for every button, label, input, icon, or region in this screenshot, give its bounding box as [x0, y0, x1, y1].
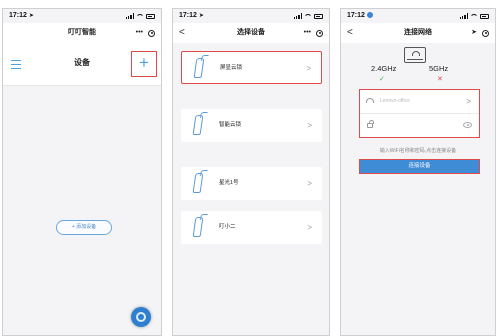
- status-indicators: [293, 9, 323, 23]
- password-row[interactable]: [360, 114, 479, 137]
- smart-lock-icon: [193, 58, 205, 78]
- cross-icon: ✕: [437, 76, 443, 83]
- nav-bar: < 选择设备 •••: [173, 23, 329, 43]
- eye-icon[interactable]: [463, 122, 472, 128]
- close-miniprogram-icon[interactable]: [148, 29, 155, 37]
- nav-bar: < 连接网络 ➤: [341, 23, 495, 43]
- wifi-status-icon: [304, 13, 312, 19]
- device-name: 智能云锁: [219, 122, 242, 128]
- assistant-float-icon[interactable]: [131, 307, 151, 327]
- chevron-right-icon[interactable]: >: [466, 90, 471, 113]
- battery-icon: [314, 13, 323, 19]
- smart-lock-icon: [192, 173, 204, 193]
- smart-lock-icon: [192, 115, 204, 135]
- add-device-button[interactable]: + 添加设备: [56, 220, 112, 235]
- signal-icon: [125, 13, 134, 19]
- signal-icon: [293, 13, 302, 19]
- devices-header: 设备 +: [3, 43, 161, 86]
- phone-screen-select-device: 17:12 ➤ < 选择设备 ••• 屏显云锁 > 智能云锁 > 星光1号 > 叮…: [172, 8, 330, 336]
- check-icon: ✓: [379, 76, 385, 83]
- ssid-row[interactable]: Lenovo-office >: [360, 90, 479, 114]
- status-indicators: [125, 9, 155, 23]
- chevron-right-icon: >: [307, 121, 312, 130]
- band-24ghz-label: 2.4GHz: [371, 64, 397, 73]
- device-name: 星光1号: [219, 180, 239, 186]
- nav-title: 选择设备: [237, 29, 265, 36]
- status-time: 17:12: [347, 9, 373, 23]
- device-card-3[interactable]: 叮小二 >: [181, 211, 322, 244]
- battery-icon: [480, 13, 489, 19]
- status-indicators: [459, 9, 489, 23]
- band-5ghz-label: 5GHz: [429, 64, 449, 73]
- chevron-right-icon: >: [307, 179, 312, 188]
- location-arrow-icon: ➤: [28, 13, 34, 19]
- status-bar: 17:12 ➤: [173, 9, 329, 23]
- nav-controls: •••: [304, 23, 323, 43]
- ssid-field[interactable]: Lenovo-office: [380, 90, 410, 113]
- chevron-right-icon: >: [307, 223, 312, 232]
- battery-icon: [146, 13, 155, 19]
- hotspot-indicator-icon: [366, 12, 373, 19]
- close-miniprogram-icon[interactable]: [482, 29, 489, 37]
- lock-icon: [367, 120, 374, 128]
- wifi-status-icon: [136, 13, 144, 19]
- wifi-credentials-form: Lenovo-office >: [359, 89, 480, 138]
- nav-controls: ➤: [471, 23, 489, 43]
- more-button[interactable]: •••: [136, 23, 143, 43]
- status-bar: 17:12: [341, 9, 495, 23]
- nav-title: 叮叮智能: [68, 29, 96, 36]
- hint-text: 输入WiFi名称和密码,点击连接设备: [379, 148, 457, 154]
- add-button[interactable]: +: [131, 51, 157, 77]
- nav-title: 连接网络: [404, 29, 432, 36]
- chevron-right-icon: >: [306, 64, 311, 73]
- wifi-status-icon: [470, 13, 478, 19]
- connect-device-button[interactable]: 连接设备: [359, 159, 480, 174]
- device-name: 屏显云锁: [220, 65, 243, 71]
- phone-screen-connect-network: 17:12 < 连接网络 ➤ 2.4GHz 5GHz ✓ ✕ Lenovo-of…: [340, 8, 496, 336]
- nav-controls: •••: [136, 23, 155, 43]
- device-card-0[interactable]: 屏显云锁 >: [181, 51, 322, 84]
- status-time: 17:12 ➤: [9, 12, 34, 19]
- router-icon: [404, 47, 426, 63]
- phone-screen-devices: 17:12 ➤ 叮叮智能 ••• 设备 + + 添加设备: [2, 8, 162, 336]
- device-card-1[interactable]: 智能云锁 >: [181, 109, 322, 142]
- device-card-2[interactable]: 星光1号 >: [181, 167, 322, 200]
- status-bar: 17:12 ➤: [3, 9, 161, 23]
- signal-icon: [459, 13, 468, 19]
- device-name: 叮小二: [219, 224, 236, 230]
- smart-lock-icon: [192, 217, 204, 237]
- location-arrow-icon: ➤: [471, 29, 477, 36]
- back-button[interactable]: <: [179, 23, 185, 43]
- wifi-icon: [366, 98, 374, 103]
- status-time: 17:12 ➤: [179, 12, 204, 19]
- location-arrow-icon: ➤: [198, 13, 204, 19]
- nav-bar: 叮叮智能 •••: [3, 23, 161, 43]
- back-button[interactable]: <: [347, 23, 353, 43]
- more-button[interactable]: •••: [304, 23, 311, 43]
- close-miniprogram-icon[interactable]: [316, 29, 323, 37]
